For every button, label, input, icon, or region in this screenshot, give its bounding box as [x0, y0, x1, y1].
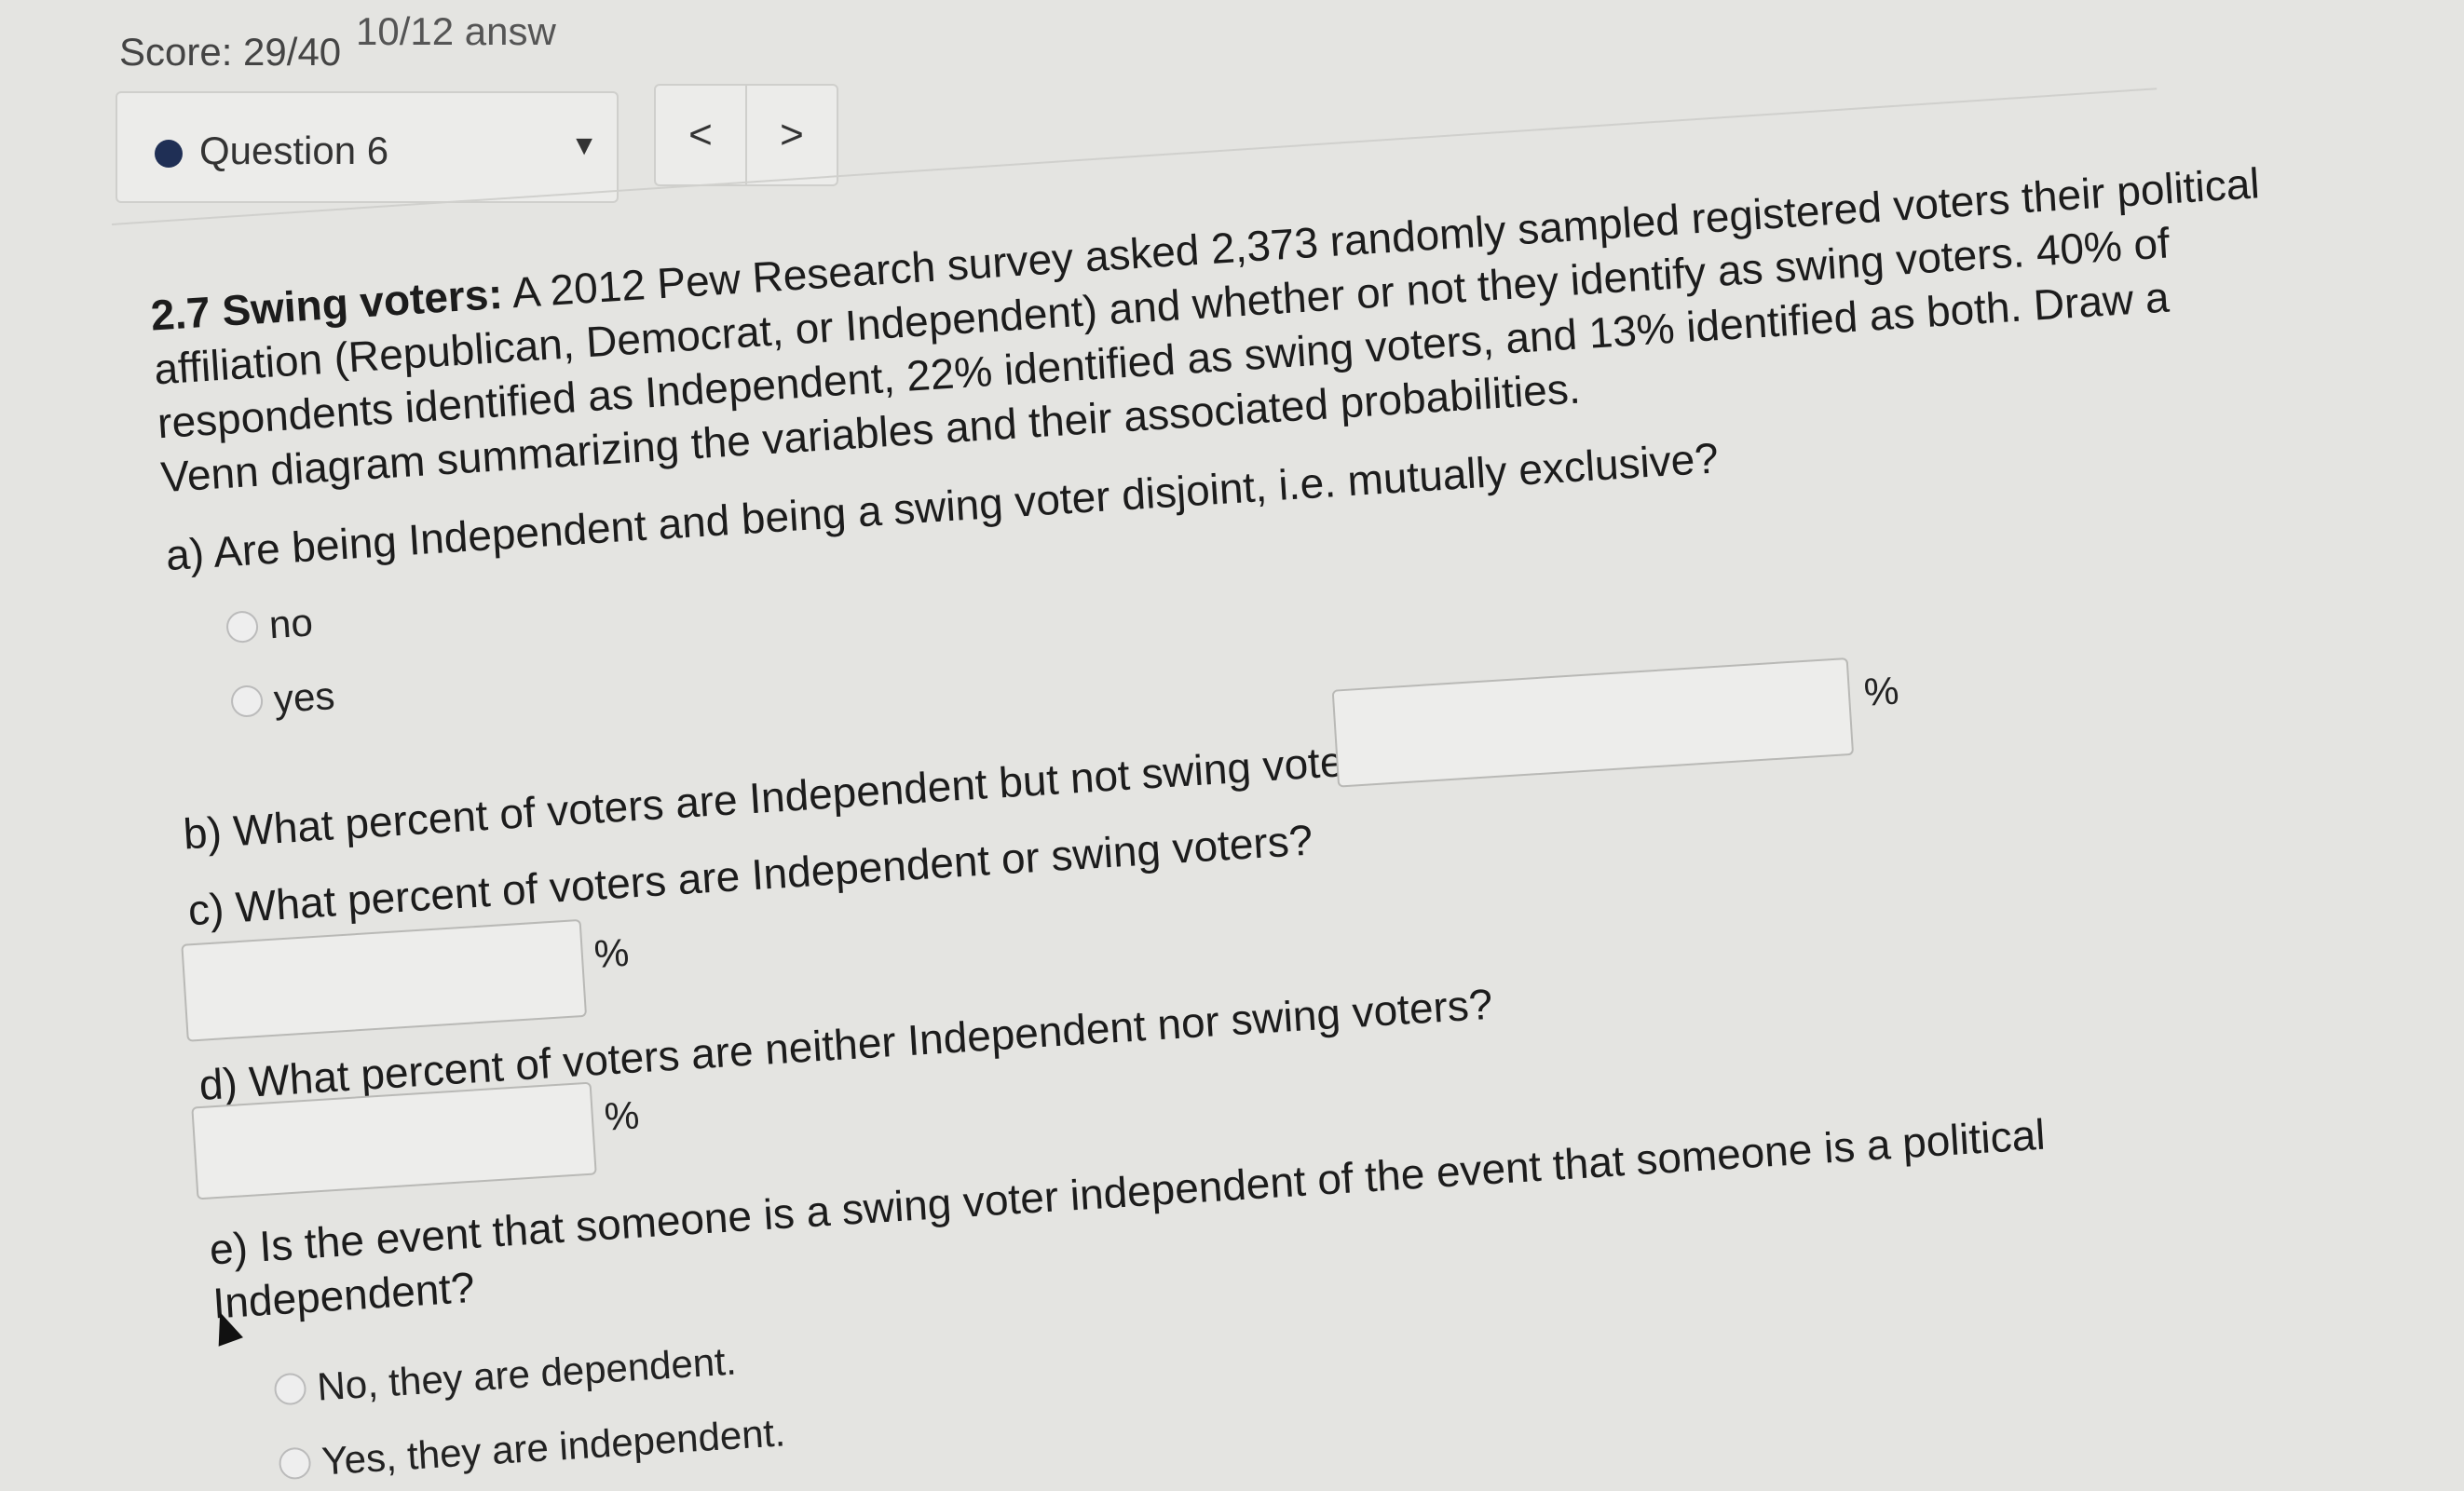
radio-button[interactable] [230, 684, 265, 718]
question-selector[interactable]: Question 6 ▼ [116, 91, 619, 203]
part-e-option-independent[interactable]: Yes, they are independent. [278, 1410, 786, 1486]
chevron-left-icon: < [688, 112, 713, 157]
question-status-dot [155, 140, 183, 168]
next-question-button[interactable]: > [745, 84, 838, 186]
radio-button[interactable] [225, 610, 260, 644]
score-text: Score: 29/40 [119, 30, 342, 74]
part-c-percent-unit: % [592, 929, 631, 977]
part-b-answer-input[interactable] [1331, 657, 1855, 788]
part-d-percent-unit: % [603, 1092, 641, 1139]
part-e-option-dependent[interactable]: No, they are dependent. [273, 1338, 738, 1412]
part-a-option-yes[interactable]: yes [230, 673, 336, 725]
part-b-percent-unit: % [1862, 668, 1900, 714]
answered-count: 10/12 answ [356, 9, 556, 53]
caret-down-icon: ▼ [570, 130, 598, 161]
option-label: Yes, they are independent. [320, 1410, 787, 1484]
radio-button[interactable] [278, 1446, 312, 1481]
quiz-header: Score: 29/40 10/12 answ Question 6 ▼ < > [112, 9, 913, 233]
question-selector-label: Question 6 [199, 129, 389, 172]
previous-question-button[interactable]: < [654, 84, 747, 186]
option-label: no [267, 600, 315, 647]
radio-button[interactable] [273, 1372, 307, 1406]
part-a-option-no[interactable]: no [225, 600, 315, 650]
page: Score: 29/40 10/12 answ Question 6 ▼ < >… [0, 0, 2464, 1483]
option-label: yes [272, 673, 336, 722]
chevron-right-icon: > [780, 112, 804, 157]
part-c-answer-input[interactable] [181, 918, 588, 1042]
option-label: No, they are dependent. [315, 1338, 738, 1409]
